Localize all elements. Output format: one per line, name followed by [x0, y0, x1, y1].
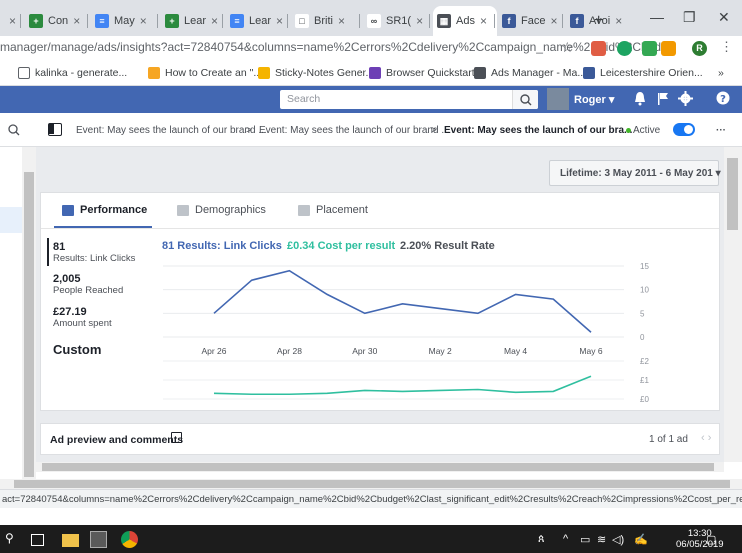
results-line [213, 269, 592, 333]
file-explorer-icon[interactable] [62, 534, 79, 547]
horizontal-scrollbar-thumb[interactable] [42, 463, 714, 471]
ad-preview-title: Ad preview and comments [50, 434, 184, 446]
y-tick-label: 15 [640, 262, 649, 271]
y-tick-label: 10 [640, 286, 649, 295]
pen-icon[interactable]: ✍ [634, 533, 648, 546]
search-icon[interactable]: ⚲ [5, 531, 22, 548]
y-tick-label: £1 [640, 376, 649, 385]
x-tick-label: Apr 28 [277, 346, 302, 356]
battery-icon: ▭ [580, 534, 591, 546]
people-icon[interactable]: ጰ [538, 533, 545, 546]
wifi-icon[interactable]: ≋ [597, 533, 606, 546]
pager-arrows-icon[interactable]: ‹ › [701, 432, 711, 444]
calculator-icon[interactable] [90, 531, 107, 548]
x-tick-label: May 2 [429, 346, 452, 356]
y-tick-label: £2 [640, 357, 649, 366]
y-tick-label: £0 [640, 395, 649, 404]
x-tick-label: May 4 [504, 346, 527, 356]
system-clock[interactable]: 13:30 06/05/2019 [676, 528, 724, 550]
status-bar-url: act=72840754&columns=name%2Cerrors%2Cdel… [0, 489, 742, 508]
cost-per-result-line [213, 375, 592, 396]
open-external-icon[interactable] [171, 432, 182, 443]
tray-up-icon[interactable]: ^ [563, 533, 568, 545]
x-tick-label: Apr 30 [352, 346, 377, 356]
chrome-icon[interactable] [121, 531, 138, 548]
task-view-icon[interactable] [31, 534, 44, 546]
notifications-icon[interactable]: ▢ [706, 533, 716, 546]
x-tick-label: May 6 [579, 346, 602, 356]
y-tick-label: 5 [640, 309, 645, 318]
x-tick-label: Apr 26 [201, 346, 226, 356]
windows-taskbar [0, 525, 742, 553]
volume-icon[interactable]: ◁) [612, 533, 624, 546]
page-horizontal-scrollbar-thumb[interactable] [14, 480, 730, 488]
y-tick-label: 0 [640, 333, 645, 342]
ad-preview-pager: 1 of 1 ad [649, 434, 688, 445]
